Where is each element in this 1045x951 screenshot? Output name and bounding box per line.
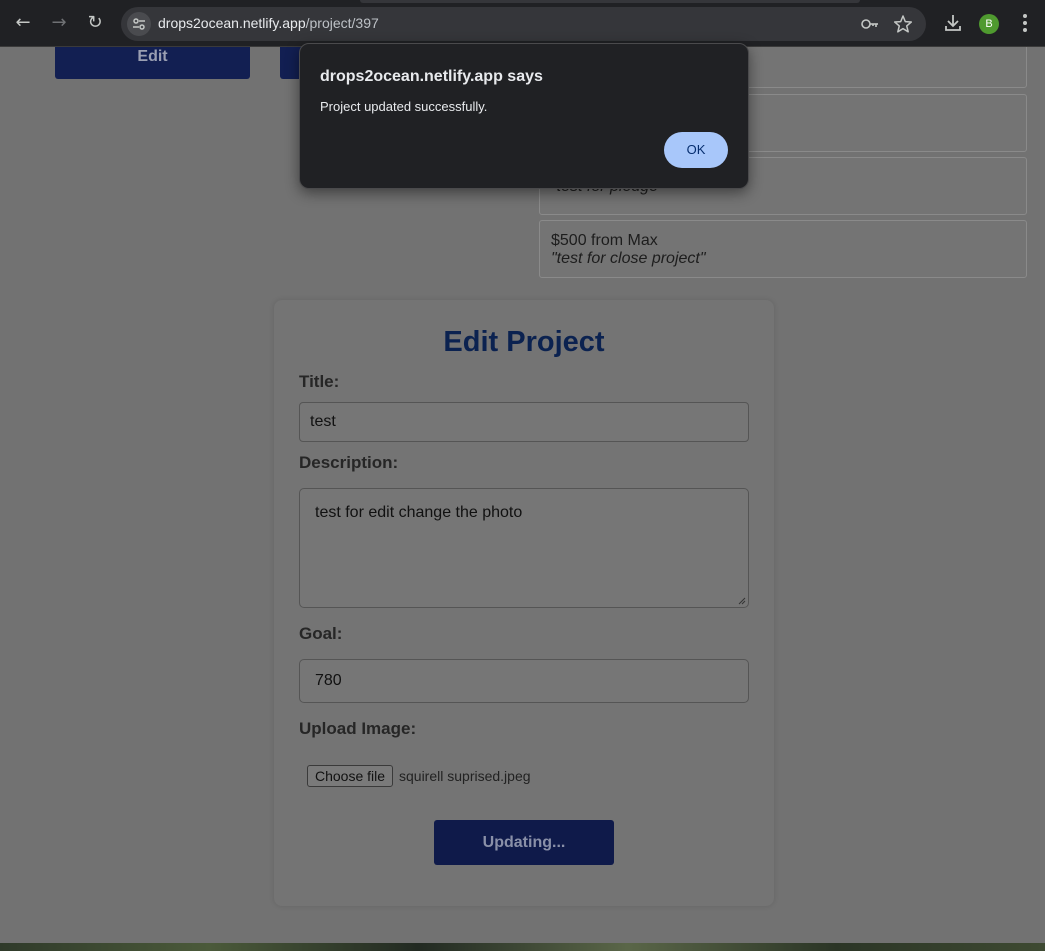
profile-avatar[interactable]: B [979,14,999,34]
url-text[interactable]: drops2ocean.netlify.app/project/397 [158,15,379,31]
updating-button[interactable]: Updating... [434,820,614,865]
choose-file-button[interactable]: Choose file [307,765,394,787]
edit-project-form: Edit Project Title: test Description: te… [274,300,774,906]
pledge-item: $500 from Max "test for close project" [539,220,1027,278]
download-icon[interactable] [942,12,964,39]
site-settings-icon[interactable] [127,12,151,36]
edit-button[interactable]: Edit [55,47,250,79]
back-icon[interactable]: ← [11,11,35,35]
form-heading: Edit Project [443,326,605,358]
goal-input[interactable]: 780 [299,659,749,703]
selected-file-name: squirell suprised.jpeg [399,768,531,784]
description-text: test for edit change the photo [315,504,523,521]
reload-icon[interactable]: ↻ [83,11,107,35]
forward-icon[interactable]: → [47,11,71,35]
url-path: /project/397 [305,15,379,31]
background-image-strip [0,943,1045,951]
alert-dialog: drops2ocean.netlify.app says Project upd… [299,43,749,189]
pledge-message: "test for close project" [551,250,706,267]
dialog-message: Project updated successfully. [320,99,488,114]
resize-handle-icon[interactable] [738,597,746,605]
pledge-amount: $500 from Max [551,232,658,249]
bookmark-star-icon[interactable] [892,13,914,35]
url-host: drops2ocean.netlify.app [158,15,306,31]
description-label: Description: [299,453,399,472]
description-textarea[interactable]: test for edit change the photo [299,488,749,608]
title-label: Title: [299,372,340,391]
title-input[interactable]: test [299,402,749,442]
ok-button[interactable]: OK [664,132,728,168]
address-bar[interactable]: drops2ocean.netlify.app/project/397 [121,7,926,41]
goal-label: Goal: [299,624,343,643]
upload-image-label: Upload Image: [299,719,417,738]
browser-toolbar: ← → ↻ drops2ocean.netlify.app/project/39… [0,0,1045,47]
browser-menu-icon[interactable] [1017,12,1033,36]
dialog-title: drops2ocean.netlify.app says [320,68,543,85]
password-key-icon[interactable] [859,13,881,35]
tab-strip-edge [360,0,860,3]
